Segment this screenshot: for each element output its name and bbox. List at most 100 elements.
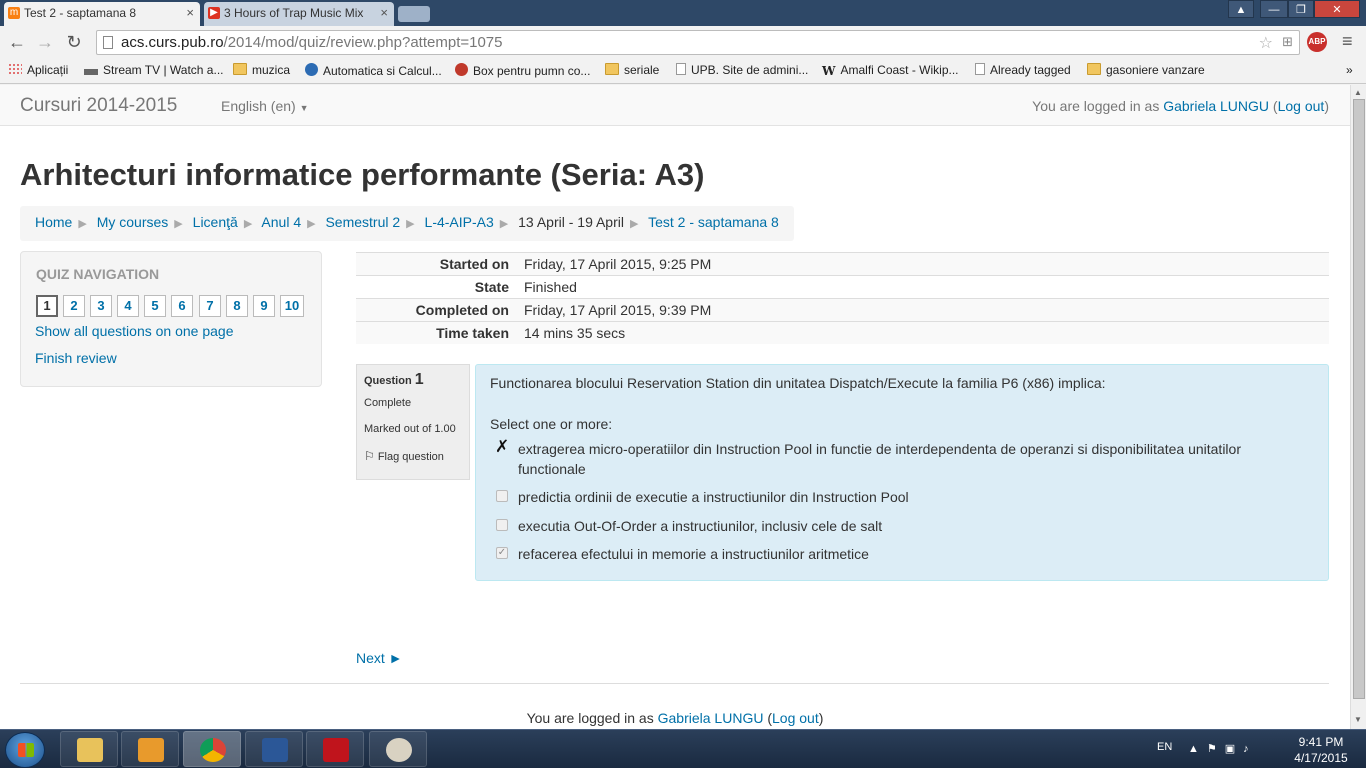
incorrect-mark-icon: ✗: [495, 437, 510, 456]
breadcrumb-separator-icon: ▶: [243, 218, 253, 230]
forward-button[interactable]: →: [34, 31, 56, 53]
bookmark-upb[interactable]: UPB. Site de admini...: [676, 63, 808, 77]
footer-divider: [20, 683, 1329, 684]
taskbar-acrobat[interactable]: [306, 731, 364, 767]
clock-date[interactable]: 4/17/2015: [1291, 751, 1351, 765]
summary-label: Completed on: [415, 302, 509, 318]
summary-row: Started on Friday, 17 April 2015, 9:25 P…: [356, 252, 1329, 275]
close-window-button[interactable]: ✕: [1314, 0, 1360, 18]
flag-icon: ⚐: [364, 449, 375, 463]
taskbar-file-explorer[interactable]: [60, 731, 118, 767]
moodle-favicon-icon: m: [8, 7, 20, 19]
input-language[interactable]: EN: [1157, 741, 1172, 753]
bookmark-amalfi[interactable]: W Amalfi Coast - Wikip...: [822, 63, 959, 78]
tab-close-icon[interactable]: ×: [186, 2, 194, 24]
wikipedia-icon: W: [822, 64, 836, 78]
address-bar[interactable]: acs.curs.pub.ro/2014/mod/quiz/review.php…: [96, 30, 1300, 55]
quiz-nav-button-5[interactable]: 5: [144, 295, 166, 317]
folder-icon: [233, 63, 247, 75]
footer-user-link[interactable]: Gabriela LUNGU: [658, 710, 764, 726]
show-all-questions-link[interactable]: Show all questions on one page: [35, 323, 233, 339]
taskbar-word[interactable]: [245, 731, 303, 767]
quiz-nav-button-2[interactable]: 2: [63, 295, 85, 317]
logout-link[interactable]: Log out: [1278, 98, 1325, 114]
finish-review-link[interactable]: Finish review: [35, 350, 117, 366]
quiz-nav-button-1[interactable]: 1: [36, 295, 58, 317]
folder-icon: [605, 63, 619, 75]
maximize-button[interactable]: ❐: [1288, 0, 1314, 18]
tab-youtube[interactable]: ▶ 3 Hours of Trap Music Mix ×: [204, 2, 394, 26]
breadcrumb-anul-4[interactable]: Anul 4: [261, 214, 301, 230]
breadcrumb-separator-icon: ▶: [307, 218, 316, 230]
site-icon: [305, 63, 318, 76]
quiz-nav-button-8[interactable]: 8: [226, 295, 248, 317]
answer-option: ✓ refacerea efectului in memorie a instr…: [496, 544, 1276, 564]
summary-label: Time taken: [436, 325, 509, 341]
answer-text: executia Out-Of-Order a instructiunilor,…: [518, 518, 883, 534]
scroll-down-icon[interactable]: ▼: [1354, 715, 1362, 724]
tab-quiz-review[interactable]: m Test 2 - saptamana 8 ×: [4, 2, 200, 26]
breadcrumb-separator-icon: ▶: [78, 218, 87, 230]
profile-icon[interactable]: ▲: [1228, 0, 1254, 18]
bookmark-already-tagged[interactable]: Already tagged: [975, 63, 1071, 77]
minimize-button[interactable]: —: [1260, 0, 1288, 18]
taskbar-paint[interactable]: [369, 731, 427, 767]
language-menu[interactable]: English (en) ▼: [221, 98, 309, 114]
quiz-nav-button-9[interactable]: 9: [253, 295, 275, 317]
next-page-link[interactable]: Next ►: [356, 650, 403, 666]
chrome-menu-icon[interactable]: ≡: [1342, 32, 1358, 50]
gear-icon: [455, 63, 468, 76]
answer-checkbox[interactable]: [496, 519, 508, 531]
bookmark-star-icon[interactable]: ☆: [1259, 33, 1273, 53]
bookmark-automatica[interactable]: Automatica si Calcul...: [305, 63, 442, 78]
taskbar-chrome[interactable]: [183, 731, 241, 767]
site-brand[interactable]: Cursuri 2014-2015: [20, 95, 177, 117]
user-link[interactable]: Gabriela LUNGU: [1163, 98, 1269, 114]
breadcrumb-semestrul-2[interactable]: Semestrul 2: [325, 214, 400, 230]
answer-checkbox-checked[interactable]: ✓: [496, 547, 508, 559]
breadcrumb-course[interactable]: L-4-AIP-A3: [425, 214, 494, 230]
breadcrumb-licenta[interactable]: Licenţă: [193, 214, 238, 230]
breadcrumb-my-courses[interactable]: My courses: [97, 214, 169, 230]
apps-grid-icon: [8, 63, 22, 75]
flag-question-button[interactable]: ⚐ Flag question: [364, 449, 462, 463]
paint-icon: [386, 738, 412, 762]
taskbar-media-player[interactable]: [121, 731, 179, 767]
login-info: You are logged in as Gabriela LUNGU (Log…: [1032, 98, 1329, 114]
answer-checkbox[interactable]: [496, 490, 508, 502]
scrollbar-thumb[interactable]: [1353, 99, 1365, 699]
tab-close-icon[interactable]: ×: [380, 2, 388, 24]
footer-logout-link[interactable]: Log out: [772, 710, 819, 726]
breadcrumb-home[interactable]: Home: [35, 214, 72, 230]
reload-button[interactable]: ↻: [63, 31, 85, 53]
folder-icon: [77, 738, 103, 762]
start-button[interactable]: [5, 732, 45, 768]
quiz-nav-button-6[interactable]: 6: [171, 295, 193, 317]
breadcrumb: Home ▶ My courses ▶ Licenţă ▶ Anul 4 ▶ Semes…: [20, 206, 794, 241]
bookmarks-overflow-icon[interactable]: »: [1346, 63, 1353, 77]
adblock-plus-icon[interactable]: ABP: [1307, 32, 1327, 52]
tray-icons[interactable]: ▲⚑▣♪: [1188, 742, 1257, 755]
page-scrollbar[interactable]: ▲ ▼: [1350, 85, 1366, 729]
scroll-up-icon[interactable]: ▲: [1354, 88, 1362, 97]
bookmark-gasoniere[interactable]: gasoniere vanzare: [1087, 63, 1205, 77]
bookmark-box[interactable]: Box pentru pumn co...: [455, 63, 590, 78]
new-tab-button[interactable]: [398, 6, 430, 22]
bookmark-muzica[interactable]: muzica: [233, 63, 290, 77]
quiz-nav-button-3[interactable]: 3: [90, 295, 112, 317]
quiz-nav-button-10[interactable]: 10: [280, 295, 304, 317]
page-icon: [975, 63, 985, 75]
quiz-nav-button-4[interactable]: 4: [117, 295, 139, 317]
bookmarks-bar: Aplicații Stream TV | Watch a... muzica …: [0, 59, 1366, 84]
quiz-nav-button-7[interactable]: 7: [199, 295, 221, 317]
tv-icon: [84, 69, 98, 75]
translate-icon[interactable]: ⊞: [1282, 34, 1293, 50]
clock-time[interactable]: 9:41 PM: [1291, 735, 1351, 749]
breadcrumb-quiz[interactable]: Test 2 - saptamana 8: [648, 214, 779, 230]
page-content: Cursuri 2014-2015 English (en) ▼ You are…: [0, 85, 1350, 729]
quiz-navigation-title: QUIZ NAVIGATION: [36, 266, 160, 282]
bookmark-apps[interactable]: Aplicații: [8, 63, 68, 77]
bookmark-seriale[interactable]: seriale: [605, 63, 659, 77]
bookmark-stream-tv[interactable]: Stream TV | Watch a...: [84, 63, 224, 77]
back-button[interactable]: ←: [6, 31, 28, 53]
